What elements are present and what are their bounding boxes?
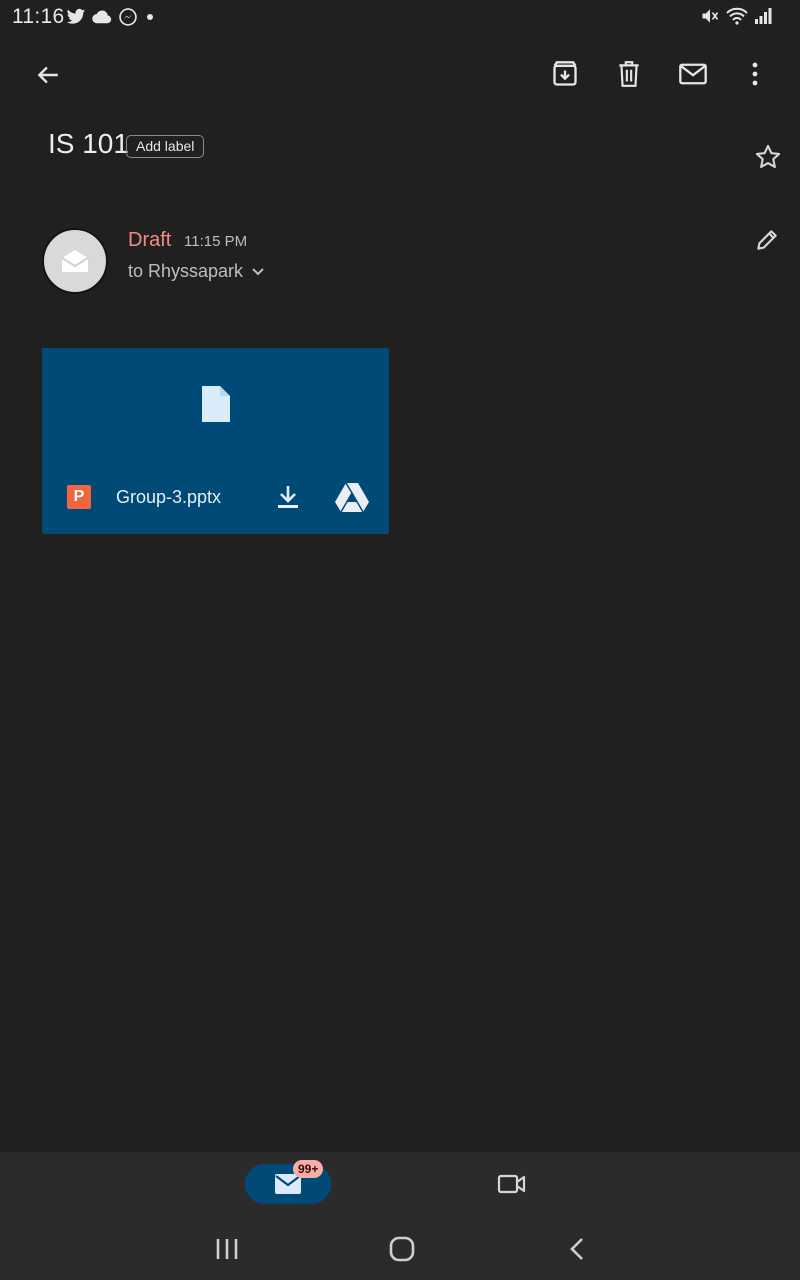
meet-tab[interactable] [490, 1162, 534, 1206]
archive-button[interactable] [543, 52, 587, 96]
wifi-icon [725, 6, 749, 26]
unread-count-badge: 99+ [293, 1160, 324, 1178]
recipient-details-toggle[interactable]: to Rhyssapark [128, 261, 265, 282]
delete-button[interactable] [607, 52, 651, 96]
twitter-icon [66, 8, 86, 26]
messenger-icon [118, 7, 138, 27]
chevron-down-icon [251, 267, 265, 277]
pptx-file-type-icon: P [67, 485, 91, 509]
file-preview-icon [200, 384, 232, 424]
status-time: 11:16 [12, 5, 65, 28]
back-button[interactable] [26, 53, 70, 97]
save-to-drive-button[interactable] [330, 475, 374, 519]
back-chevron-icon [569, 1237, 585, 1261]
attachment-file-name: Group-3.pptx [116, 487, 222, 507]
download-button[interactable] [266, 475, 310, 519]
mark-unread-button[interactable] [671, 52, 715, 96]
more-options-button[interactable] [733, 52, 777, 96]
system-back-button[interactable] [555, 1227, 599, 1271]
mute-icon [700, 6, 720, 26]
recent-apps-button[interactable] [205, 1227, 249, 1271]
google-drive-icon [335, 482, 369, 512]
pencil-icon [754, 227, 780, 253]
download-icon [276, 484, 300, 510]
star-outline-icon [754, 143, 782, 171]
edit-draft-button[interactable] [745, 218, 789, 262]
archive-icon [551, 60, 579, 88]
cloud-icon [92, 10, 112, 24]
add-label-chip[interactable]: Add label [126, 135, 205, 158]
star-button[interactable] [746, 135, 790, 179]
thread-subject: IS 101 [48, 128, 129, 159]
avatar [42, 228, 108, 294]
status-right-icons [700, 6, 772, 26]
arrow-left-icon [35, 62, 61, 88]
home-button[interactable] [380, 1227, 424, 1271]
recipient-text: to Rhyssapark [128, 261, 244, 281]
home-icon [389, 1236, 415, 1262]
draft-status: Draft [128, 229, 172, 251]
video-icon [497, 1173, 527, 1195]
delete-icon [616, 60, 642, 88]
more-vert-icon [751, 62, 759, 86]
dot-icon [144, 11, 156, 23]
signal-icon [754, 7, 772, 25]
message-time: 11:15 PM [184, 233, 248, 250]
recents-icon [215, 1238, 239, 1260]
open-envelope-icon [60, 248, 90, 274]
mark-unread-icon [678, 62, 708, 86]
status-left-icons [66, 7, 156, 27]
